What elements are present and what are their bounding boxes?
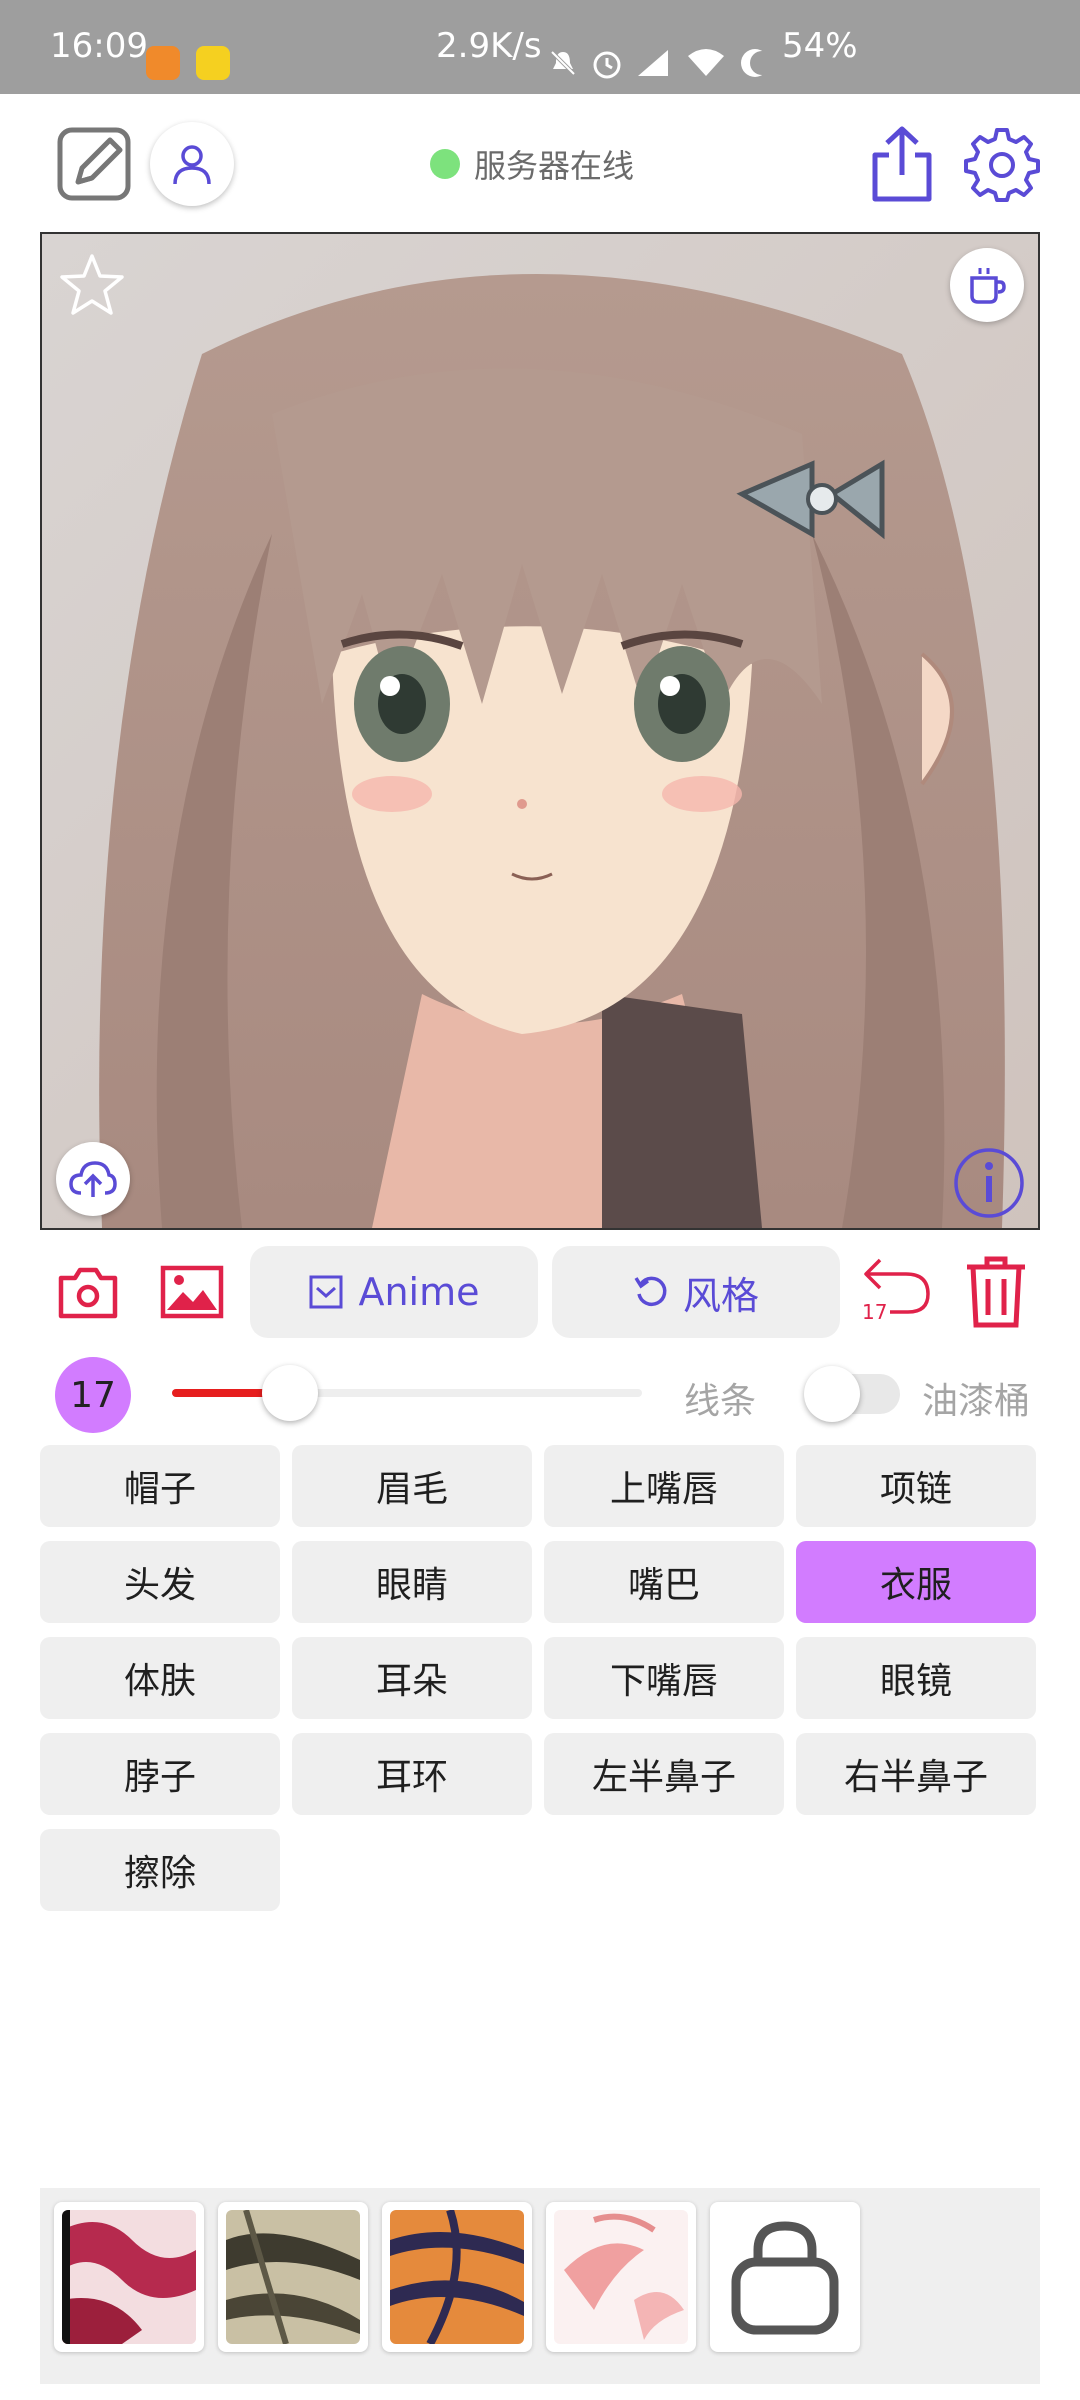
part-button[interactable]: 耳环: [292, 1733, 532, 1815]
battery-icon: [738, 46, 774, 84]
part-button[interactable]: 右半鼻子: [796, 1733, 1036, 1815]
favorite-button[interactable]: [58, 252, 126, 322]
coffee-cup-icon: [970, 268, 1006, 304]
style-palette: [40, 2188, 1040, 2384]
tiger-pattern-thumbnail: [390, 2210, 524, 2344]
part-button[interactable]: 嘴巴: [544, 1541, 784, 1623]
part-button[interactable]: 脖子: [40, 1733, 280, 1815]
anime-model-button[interactable]: Anime: [250, 1246, 538, 1338]
part-button[interactable]: 左半鼻子: [544, 1733, 784, 1815]
brush-size-slider-thumb[interactable]: [262, 1365, 318, 1421]
part-button[interactable]: 头发: [40, 1541, 280, 1623]
style-swatch-red[interactable]: [54, 2202, 204, 2352]
star-icon: [60, 254, 124, 315]
part-button[interactable]: 眼睛: [292, 1541, 532, 1623]
share-icon: [872, 126, 932, 202]
part-button[interactable]: 擦除: [40, 1829, 280, 1911]
style-swatch-khaki[interactable]: [218, 2202, 368, 2352]
brush-size-value: 17: [70, 1374, 116, 1416]
brush-size-indicator: 17: [55, 1357, 131, 1433]
share-button[interactable]: [864, 124, 940, 204]
style-swatch-tiger[interactable]: [382, 2202, 532, 2352]
part-button[interactable]: 项链: [796, 1445, 1036, 1527]
user-icon: [173, 145, 211, 185]
weibo-notification-icon: [146, 46, 180, 80]
image-icon: [160, 1265, 224, 1319]
bucket-mode-label: 油漆桶: [922, 1381, 1031, 1422]
info-icon: [954, 1148, 1024, 1218]
cell-signal-icon: [636, 48, 670, 82]
style-store-button[interactable]: [710, 2202, 860, 2352]
cloud-upload-icon: [69, 1161, 117, 1197]
anime-label: Anime: [358, 1270, 480, 1314]
part-button[interactable]: 帽子: [40, 1445, 280, 1527]
part-button[interactable]: 耳朵: [292, 1637, 532, 1719]
refresh-icon: [634, 1276, 667, 1307]
sketch-icon: [57, 127, 131, 201]
camera-icon: [58, 1267, 118, 1319]
status-time: 16:09: [50, 26, 148, 66]
server-status-label: 服务器在线: [474, 147, 635, 185]
red-pattern-thumbnail: [62, 2210, 196, 2344]
trash-icon: [967, 1256, 1025, 1328]
wifi-icon: [686, 46, 726, 82]
online-indicator-dot: [430, 149, 460, 179]
generated-image-canvas[interactable]: [40, 232, 1040, 1230]
status-bar: 16:09 2.9K/s 54%: [0, 0, 1080, 94]
checkbox-icon: [309, 1275, 343, 1309]
anime-portrait-image: [42, 234, 1038, 1228]
fill-mode-toggle-knob[interactable]: [804, 1366, 860, 1422]
meituan-notification-icon: [196, 46, 230, 80]
battery-percent: 54%: [782, 26, 858, 66]
user-profile-button[interactable]: [150, 122, 234, 206]
part-button[interactable]: 眼镜: [796, 1637, 1036, 1719]
delete-button[interactable]: [960, 1254, 1032, 1330]
alarm-icon: [590, 46, 624, 84]
info-button[interactable]: [952, 1146, 1026, 1224]
coffee-button[interactable]: [950, 248, 1024, 322]
server-status: 服务器在线: [430, 144, 635, 185]
part-button[interactable]: 体肤: [40, 1637, 280, 1719]
part-button[interactable]: 衣服: [796, 1541, 1036, 1623]
part-button[interactable]: 下嘴唇: [544, 1637, 784, 1719]
part-button[interactable]: 上嘴唇: [544, 1445, 784, 1527]
style-label: 风格: [682, 1273, 759, 1318]
style-button[interactable]: 风格: [552, 1246, 840, 1338]
part-button[interactable]: 眉毛: [292, 1445, 532, 1527]
style-swatch-pink[interactable]: [546, 2202, 696, 2352]
camera-button[interactable]: [56, 1262, 120, 1322]
line-mode-label: 线条: [684, 1381, 757, 1422]
shopping-bag-icon: [731, 2221, 839, 2335]
khaki-pattern-thumbnail: [226, 2210, 360, 2344]
mute-icon: [548, 48, 578, 82]
undo-button[interactable]: 17: [860, 1256, 934, 1326]
parts-grid: 帽子 眉毛 上嘴唇 项链头发 眼睛 嘴巴 衣服体肤 耳朵 下嘴唇 眼镜脖子 耳环 左半鼻子 右半鼻子擦除: [40, 1445, 1040, 1911]
net-speed: 2.9K/s: [436, 26, 542, 66]
gallery-button[interactable]: [158, 1262, 226, 1322]
settings-button[interactable]: [962, 124, 1042, 204]
undo-count: 17: [862, 1300, 888, 1324]
upload-button[interactable]: [56, 1142, 130, 1216]
gear-icon: [964, 128, 1040, 202]
sketch-mode-button[interactable]: [56, 124, 134, 202]
pink-pattern-thumbnail: [554, 2210, 688, 2344]
